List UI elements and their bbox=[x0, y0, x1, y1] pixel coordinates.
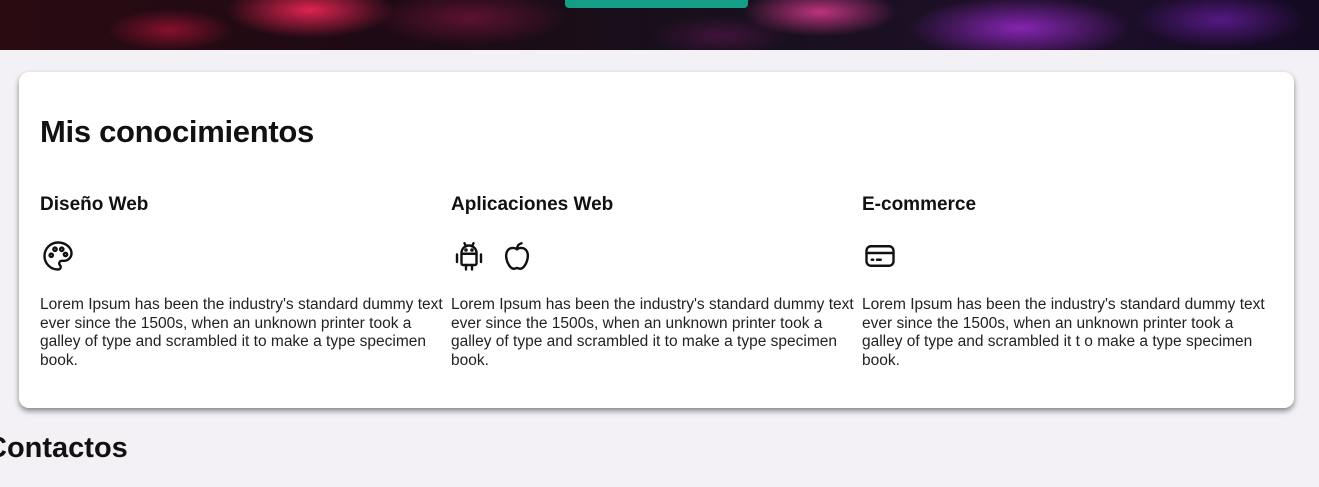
skill-description: Lorem Ipsum has been the industry's stan… bbox=[451, 296, 854, 369]
apple-icon bbox=[499, 238, 535, 274]
credit-card-icon bbox=[862, 238, 898, 274]
skill-web-design: Diseño Web Lorem Ipsum has been the indu… bbox=[40, 194, 450, 370]
android-icon bbox=[451, 238, 487, 274]
hero-banner bbox=[0, 0, 1319, 50]
skill-web-apps: Aplicaciones Web Lorem Ipsum has been th… bbox=[451, 194, 861, 370]
skill-ecommerce: E-commerce Lorem Ipsum has been the indu… bbox=[862, 194, 1272, 370]
skills-card: Mis conocimientos Diseño Web Lorem Ipsum… bbox=[19, 72, 1294, 408]
skill-title: E-commerce bbox=[862, 194, 977, 215]
skill-description: Lorem Ipsum has been the industry's stan… bbox=[862, 296, 1265, 369]
skill-title: Aplicaciones Web bbox=[451, 194, 614, 215]
hero-cta-button[interactable] bbox=[565, 0, 748, 8]
skill-description: Lorem Ipsum has been the industry's stan… bbox=[40, 296, 443, 369]
palette-icon bbox=[40, 238, 76, 274]
skills-title: Mis conocimientos bbox=[40, 114, 314, 149]
skill-title: Diseño Web bbox=[40, 194, 149, 215]
contacts-title: Contactos bbox=[0, 432, 128, 464]
